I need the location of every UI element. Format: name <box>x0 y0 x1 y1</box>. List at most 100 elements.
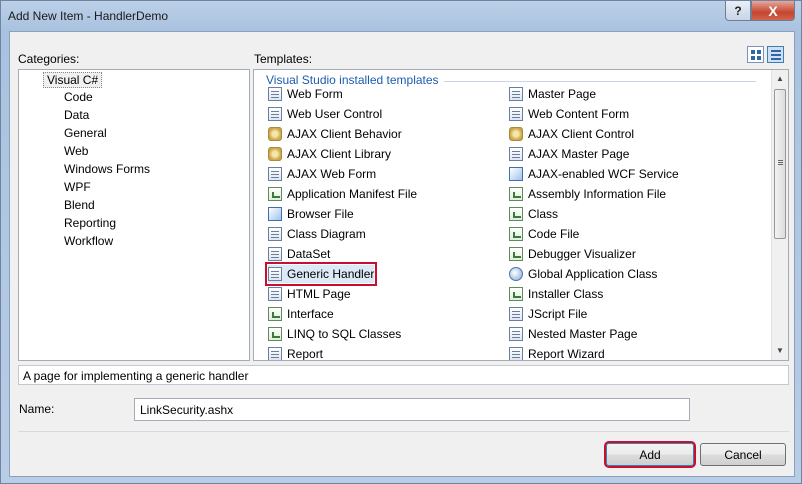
template-icon <box>268 267 282 281</box>
template-icon <box>268 227 282 241</box>
template-dataset[interactable]: DataSet <box>268 245 330 263</box>
template-assembly-information-file[interactable]: Assembly Information File <box>509 185 666 203</box>
template-report[interactable]: Report <box>268 345 324 361</box>
template-icon <box>268 167 282 181</box>
template-label: Web Content Form <box>528 107 630 121</box>
close-icon: X <box>768 2 778 19</box>
template-icon <box>509 347 523 360</box>
template-label: Report <box>287 347 324 361</box>
template-label: Debugger Visualizer <box>528 247 636 261</box>
template-global-application-class[interactable]: Global Application Class <box>509 265 657 283</box>
category-reporting[interactable]: Reporting <box>64 216 116 230</box>
template-icon <box>509 127 523 141</box>
template-label: Web Form <box>287 87 343 101</box>
template-label: Class Diagram <box>287 227 366 241</box>
template-linq-to-sql-classes[interactable]: LINQ to SQL Classes <box>268 325 401 343</box>
template-icon <box>509 287 523 301</box>
category-workflow[interactable]: Workflow <box>64 234 113 248</box>
template-installer-class[interactable]: Installer Class <box>509 285 603 303</box>
template-icon <box>509 267 523 281</box>
help-button[interactable]: ? <box>725 1 751 21</box>
template-label: AJAX Client Control <box>528 127 635 141</box>
category-web[interactable]: Web <box>64 144 88 158</box>
template-label: Code File <box>528 227 580 241</box>
button-separator <box>18 431 789 432</box>
help-icon: ? <box>734 3 742 18</box>
name-label: Name: <box>19 402 55 416</box>
template-jscript-file[interactable]: JScript File <box>509 305 587 323</box>
template-label: Application Manifest File <box>287 187 418 201</box>
template-label: LINQ to SQL Classes <box>287 327 402 341</box>
title-bar[interactable]: Add New Item - HandlerDemo ? X <box>1 1 801 31</box>
template-icon <box>268 127 282 141</box>
template-class-diagram[interactable]: Class Diagram <box>268 225 366 243</box>
template-web-user-control[interactable]: Web User Control <box>268 105 382 123</box>
template-icon <box>268 327 282 341</box>
template-icon <box>268 307 282 321</box>
cancel-button[interactable]: Cancel <box>700 443 786 466</box>
template-web-content-form[interactable]: Web Content Form <box>509 105 629 123</box>
template-ajax-client-control[interactable]: AJAX Client Control <box>509 125 634 143</box>
categories-label: Categories: <box>18 52 80 66</box>
template-icon <box>268 107 282 121</box>
templates-list[interactable]: Visual Studio installed templates Web Fo… <box>253 69 789 361</box>
template-label: Installer Class <box>528 287 604 301</box>
template-icon <box>509 107 523 121</box>
template-icon <box>509 87 523 101</box>
template-icon <box>268 287 282 301</box>
dialog-client-area: Categories: Templates: Visual C# Code Da… <box>9 31 795 477</box>
template-ajax-client-behavior[interactable]: AJAX Client Behavior <box>268 125 402 143</box>
large-icons-view-button[interactable] <box>747 46 764 63</box>
template-icon <box>268 347 282 360</box>
small-icons-view-button[interactable] <box>767 46 784 63</box>
template-label: AJAX Master Page <box>528 147 630 161</box>
template-master-page[interactable]: Master Page <box>509 85 596 103</box>
template-label: AJAX Client Behavior <box>287 127 402 141</box>
category-general[interactable]: General <box>64 126 107 140</box>
category-visual-csharp[interactable]: Visual C# <box>43 72 103 88</box>
category-blend[interactable]: Blend <box>64 198 95 212</box>
template-icon <box>268 247 282 261</box>
template-report-wizard[interactable]: Report Wizard <box>509 345 605 361</box>
category-windows-forms[interactable]: Windows Forms <box>64 162 150 176</box>
template-icon <box>509 227 523 241</box>
template-icon <box>509 327 523 341</box>
category-wpf[interactable]: WPF <box>64 180 91 194</box>
template-ajax-enabled-wcf-service[interactable]: AJAX-enabled WCF Service <box>509 165 679 183</box>
add-button[interactable]: Add <box>606 443 694 466</box>
template-nested-master-page[interactable]: Nested Master Page <box>509 325 637 343</box>
template-label: Master Page <box>528 87 597 101</box>
template-debugger-visualizer[interactable]: Debugger Visualizer <box>509 245 636 263</box>
template-label: DataSet <box>287 247 331 261</box>
template-icon <box>268 87 282 101</box>
template-icon <box>509 207 523 221</box>
template-label: AJAX Web Form <box>287 167 377 181</box>
template-generic-handler[interactable]: Generic Handler <box>264 262 378 286</box>
name-input[interactable] <box>134 398 690 421</box>
scroll-down-arrow-icon[interactable]: ▼ <box>772 342 788 359</box>
template-browser-file[interactable]: Browser File <box>268 205 354 223</box>
template-html-page[interactable]: HTML Page <box>268 285 351 303</box>
template-ajax-master-page[interactable]: AJAX Master Page <box>509 145 629 163</box>
template-class[interactable]: Class <box>509 205 558 223</box>
template-icon <box>268 207 282 221</box>
window-title: Add New Item - HandlerDemo <box>8 9 169 23</box>
template-application-manifest-file[interactable]: Application Manifest File <box>268 185 417 203</box>
scroll-up-arrow-icon[interactable]: ▲ <box>772 70 788 87</box>
category-code[interactable]: Code <box>64 90 93 104</box>
template-interface[interactable]: Interface <box>268 305 334 323</box>
scroll-thumb[interactable] <box>774 89 786 239</box>
template-code-file[interactable]: Code File <box>509 225 579 243</box>
template-ajax-client-library[interactable]: AJAX Client Library <box>268 145 391 163</box>
categories-tree[interactable]: Visual C# Code Data General Web Windows … <box>18 69 250 361</box>
category-data[interactable]: Data <box>64 108 89 122</box>
template-label: Report Wizard <box>528 347 605 361</box>
template-icon <box>268 187 282 201</box>
template-label: AJAX-enabled WCF Service <box>528 167 679 181</box>
close-button[interactable]: X <box>751 1 795 21</box>
templates-scrollbar[interactable]: ▲ ▼ <box>771 70 788 360</box>
template-label: Interface <box>287 307 334 321</box>
template-ajax-web-form[interactable]: AJAX Web Form <box>268 165 376 183</box>
template-icon <box>509 147 523 161</box>
template-web-form[interactable]: Web Form <box>268 85 343 103</box>
